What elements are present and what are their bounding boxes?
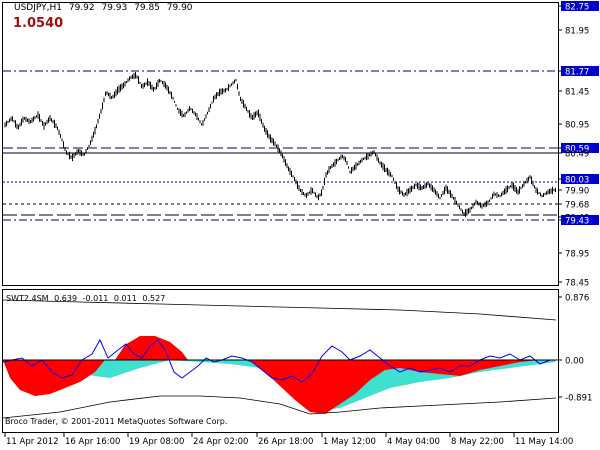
indicator-axis-label: 0.00	[565, 357, 584, 367]
copyright-text: Broco Trader, © 2001-2011 MetaQuotes Sof…	[5, 417, 228, 426]
price-label: 81.77	[565, 68, 589, 78]
price-label: 81.45	[565, 88, 589, 98]
chart-canvas[interactable]: 82.7581.9581.7781.4580.9580.5980.4980.03…	[0, 0, 600, 450]
quote-open: 79.92	[68, 3, 95, 13]
quote-close: 79.90	[166, 3, 193, 13]
time-axis-label: 1 May 12:00	[323, 437, 376, 447]
price-label: 80.95	[565, 121, 589, 131]
indicator-value-1: 0.639	[54, 294, 78, 303]
terminal-chart-window[interactable]: 82.75 81.95 81.77 81.45 80.95 80.59 80.49 80.03…	[0, 0, 600, 450]
time-axis: 11 Apr 2012 16 Apr 16:00 19 Apr 08:00 24 Ap…	[4, 433, 573, 447]
price-label: 81.95	[565, 27, 589, 37]
price-label: 79.90	[565, 187, 589, 197]
time-axis-label: 24 Apr 02:00	[193, 437, 248, 447]
price-label: 78.95	[565, 250, 589, 260]
price-label: 79.43	[565, 217, 589, 227]
spread-value: 1.0540	[13, 16, 64, 31]
time-axis-label: 26 Apr 18:00	[258, 437, 313, 447]
indicator-header: SWT2.4SM 0.639 -0.011 0.011 0.527	[6, 294, 168, 304]
main-chart-frame	[2, 2, 559, 286]
quote-high: 79.93	[101, 3, 128, 13]
indicator-axis-label: 0.876	[565, 294, 589, 304]
indicator-axis: 0.876 0.00 -0.891	[558, 294, 592, 404]
price-label: 79.68	[565, 201, 589, 211]
time-axis-label: 8 May 22:00	[451, 437, 504, 447]
time-axis-label: 11 Apr 2012	[6, 437, 59, 447]
indicator-axis-label: -0.891	[565, 394, 592, 404]
time-axis-label: 19 Apr 08:00	[129, 437, 184, 447]
indicator-value-3: 0.011	[113, 294, 137, 303]
time-axis-label: 11 May 14:00	[515, 437, 573, 447]
indicator-value-4: 0.527	[142, 294, 166, 303]
indicator-name: SWT2.4SM	[6, 294, 49, 303]
price-label: 80.49	[565, 150, 589, 160]
price-label: 78.45	[565, 279, 589, 289]
time-axis-label: 4 May 04:00	[387, 437, 440, 447]
price-axis: 82.7581.9581.7781.4580.9580.5980.4980.03…	[558, 1, 599, 289]
indicator-value-2: -0.011	[82, 294, 109, 303]
price-label: 80.03	[565, 176, 589, 186]
price-label: 82.75	[565, 3, 589, 13]
time-axis-label: 16 Apr 16:00	[65, 437, 120, 447]
symbol-label: USDJPY,H1	[14, 3, 62, 13]
quote-low: 79.85	[134, 3, 160, 13]
main-chart-header: USDJPY,H1 79.92 79.93 79.85 79.90	[14, 3, 197, 14]
